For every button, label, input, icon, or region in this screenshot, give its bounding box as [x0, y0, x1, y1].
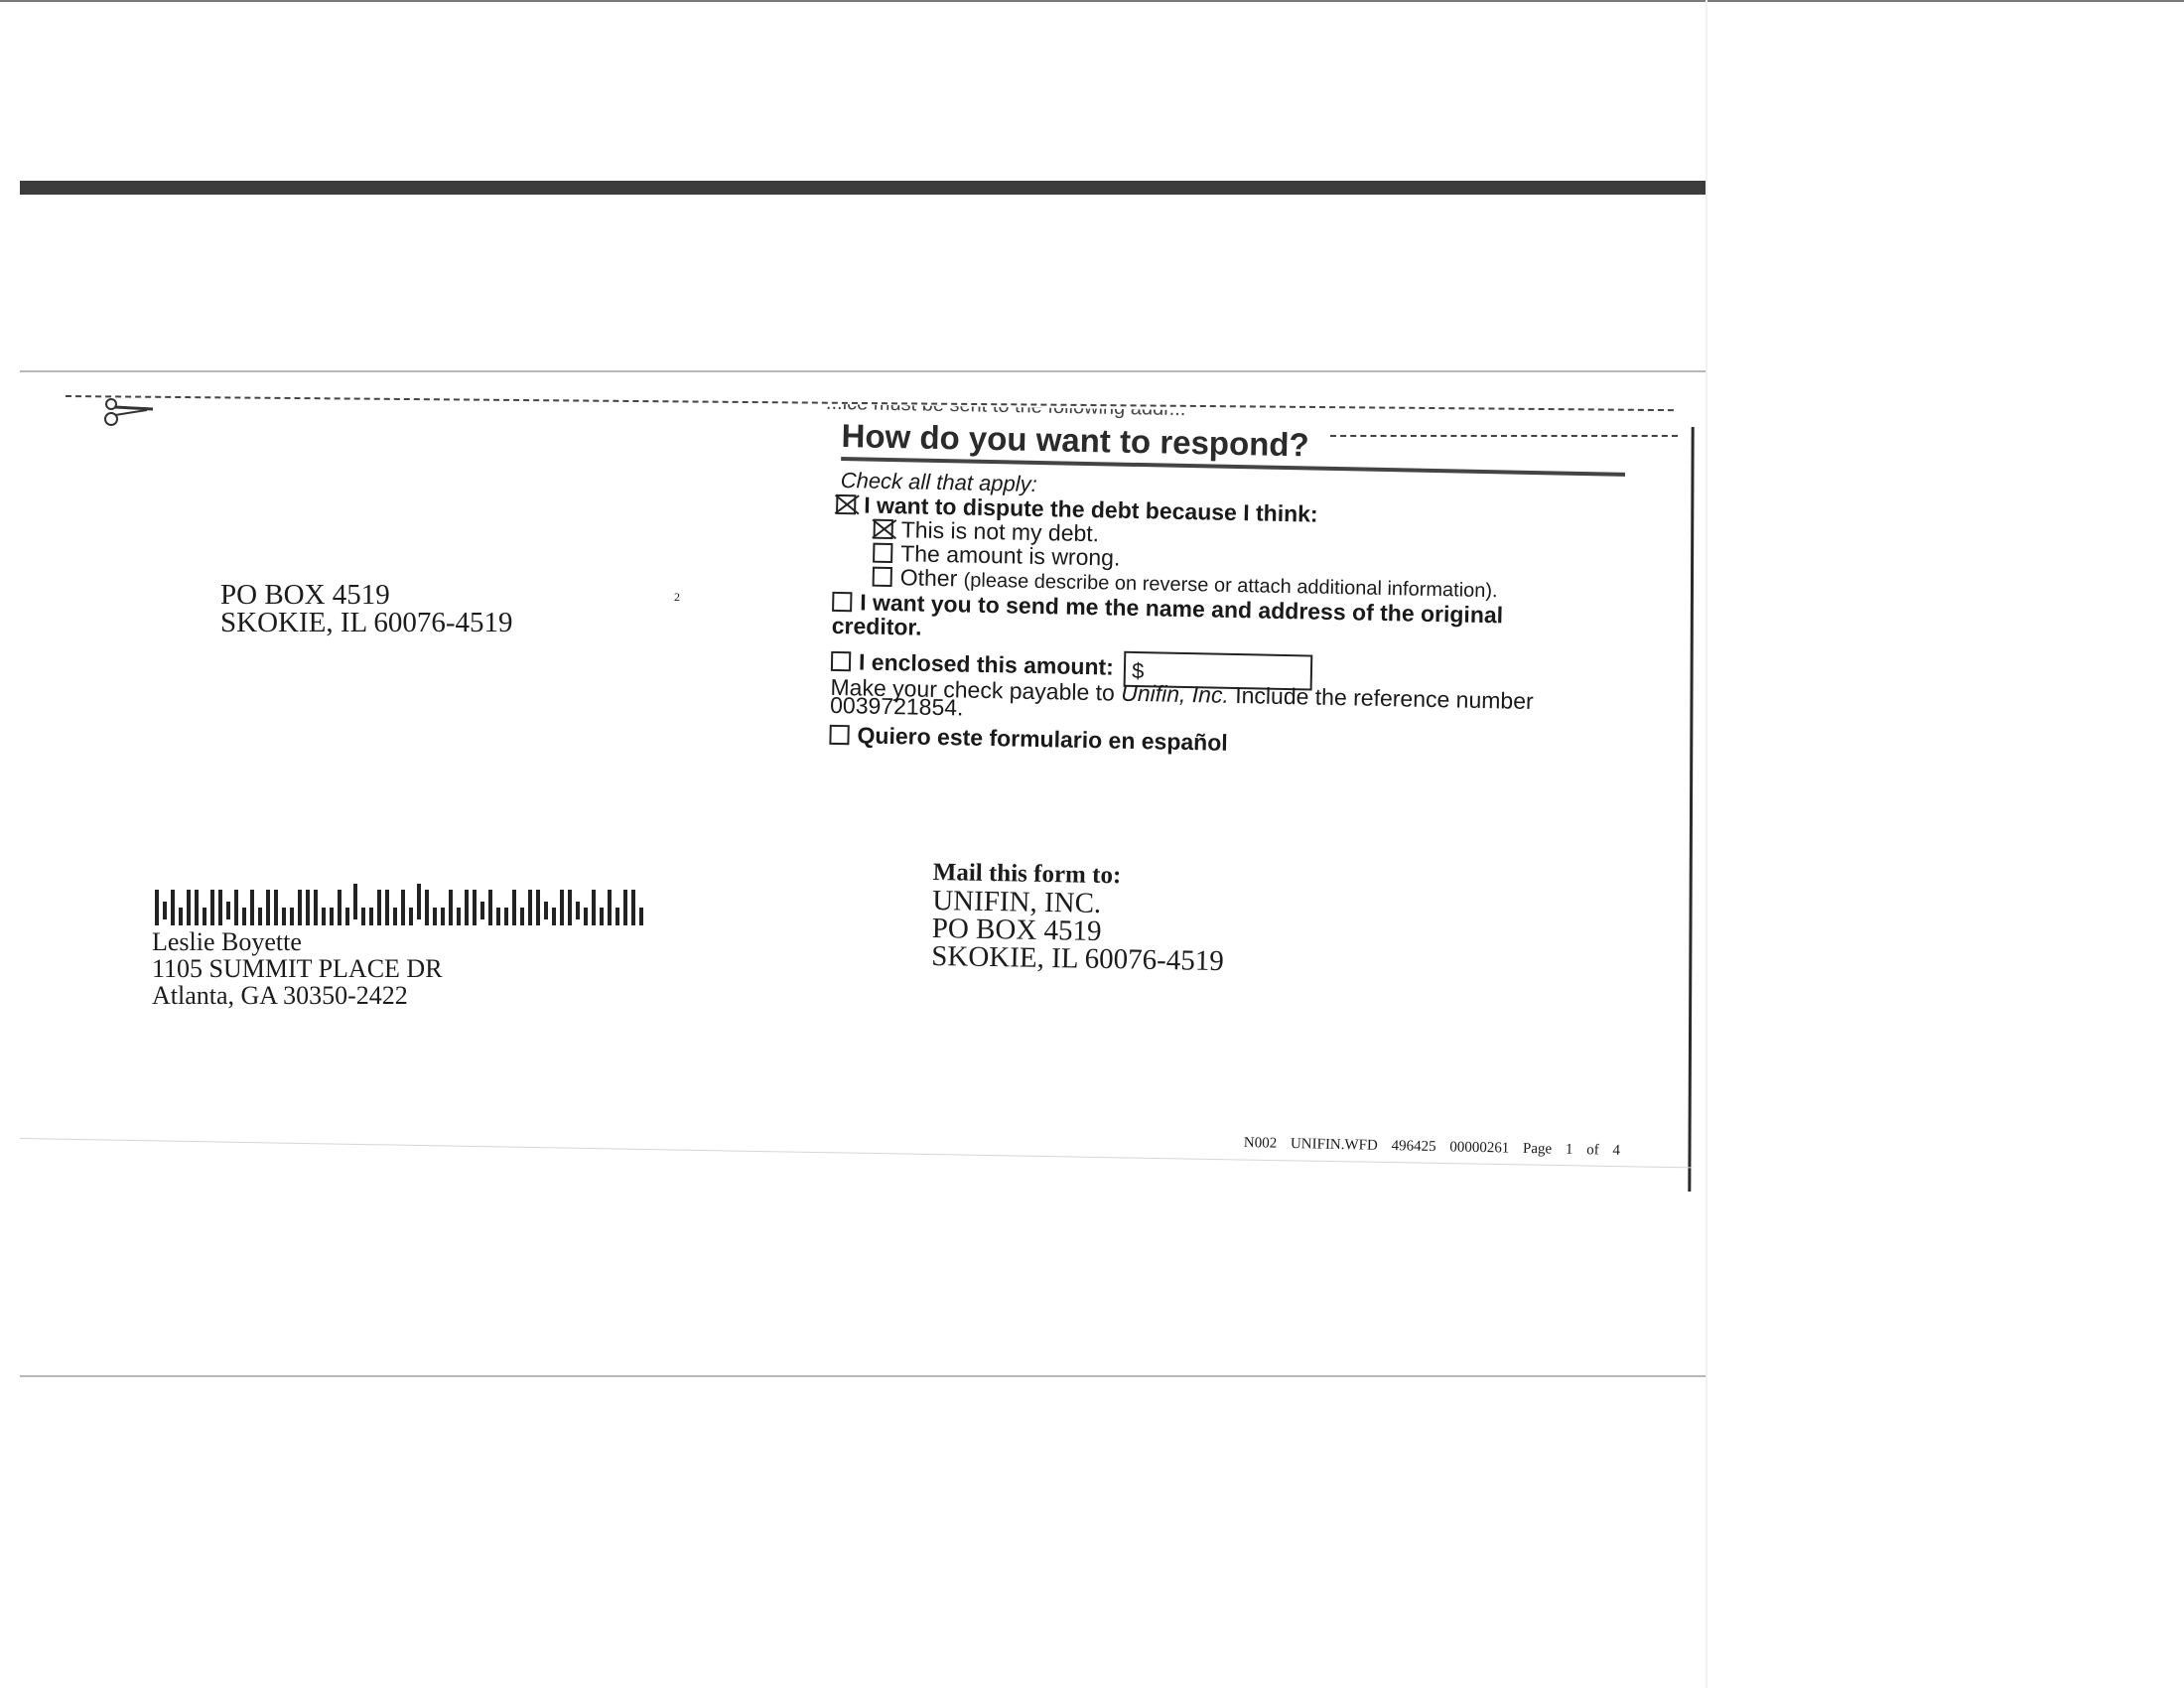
barcode-bar — [536, 890, 540, 925]
barcode-bar — [163, 902, 167, 919]
return-address: PO BOX 4519 SKOKIE, IL 60076-4519 — [220, 579, 513, 638]
barcode-bar — [639, 908, 643, 925]
barcode-bar — [615, 908, 619, 925]
barcode-bar — [409, 908, 413, 925]
recipient-address: Leslie Boyette 1105 SUMMIT PLACE DR Atla… — [152, 928, 443, 1009]
page-edge-top — [20, 370, 1706, 372]
barcode-bar — [496, 908, 500, 925]
dispute-checkbox[interactable] — [836, 493, 857, 515]
amount-wrong-checkbox[interactable] — [873, 542, 893, 563]
return-address-line2: SKOKIE, IL 60076-4519 — [220, 607, 513, 638]
barcode-bar — [512, 890, 516, 925]
barcode-bar — [234, 890, 238, 925]
barcode-bar — [314, 890, 318, 925]
barcode-bar — [576, 902, 580, 919]
barcode-bar — [338, 890, 341, 925]
response-form: How do you want to respond? Check all th… — [829, 417, 1626, 763]
page-marker: 2 — [674, 590, 680, 604]
barcode-bar — [274, 890, 278, 925]
barcode-bar — [449, 890, 453, 925]
recipient-city: Atlanta, GA 30350-2422 — [152, 981, 408, 1010]
scissors-icon — [104, 398, 154, 426]
document-code: N002 UNIFIN.WFD 496425 00000261 Page 1 o… — [1243, 1135, 1621, 1159]
form-frame-right — [1688, 426, 1695, 1193]
scan-edge — [1706, 0, 1707, 1688]
barcode-bar — [433, 908, 437, 925]
barcode-bar — [441, 908, 445, 925]
barcode-bar — [179, 908, 183, 925]
barcode-bar — [266, 890, 270, 925]
barcode-bar — [369, 908, 373, 925]
barcode-bar — [155, 890, 159, 925]
barcode-bar — [504, 908, 508, 925]
barcode-bar — [330, 908, 334, 925]
barcode-bar — [600, 908, 604, 925]
barcode-bar — [226, 902, 230, 919]
scanner-bar — [20, 181, 1706, 195]
barcode-bar — [282, 908, 286, 925]
barcode-bar — [258, 908, 262, 925]
recipient-name: Leslie Boyette — [152, 927, 302, 956]
return-address-line1: PO BOX 4519 — [220, 579, 390, 611]
barcode-bar — [377, 890, 381, 925]
barcode-bar — [353, 884, 357, 919]
barcode-bar — [584, 908, 588, 925]
barcode-bar — [623, 890, 627, 925]
mail-to-city: SKOKIE, IL 60076-4519 — [931, 939, 1225, 978]
barcode-bar — [560, 890, 564, 925]
barcode-bar — [306, 890, 310, 925]
creditor-checkbox[interactable] — [832, 591, 853, 613]
barcode-bar — [385, 890, 389, 925]
mail-to-block: Mail this form to: UNIFIN, INC. PO BOX 4… — [931, 859, 1225, 978]
barcode-bar — [171, 890, 175, 925]
barcode-bar — [480, 902, 484, 919]
barcode-bar — [361, 908, 365, 925]
barcode-bar — [425, 890, 429, 925]
barcode-bar — [457, 908, 461, 925]
barcode-bar — [218, 890, 222, 925]
postal-barcode — [155, 882, 643, 925]
barcode-bar — [298, 890, 302, 925]
barcode-bar — [210, 890, 214, 925]
barcode-bar — [417, 884, 421, 919]
barcode-bar — [393, 908, 397, 925]
enclosed-checkbox[interactable] — [830, 650, 852, 672]
barcode-bar — [290, 908, 294, 925]
barcode-bar — [528, 890, 532, 925]
barcode-bar — [242, 908, 246, 925]
barcode-bar — [552, 908, 556, 925]
barcode-bar — [187, 890, 191, 925]
page-edge-bottom — [20, 1375, 1706, 1377]
not-my-debt-checkbox[interactable] — [873, 518, 893, 539]
barcode-bar — [631, 890, 635, 925]
barcode-bar — [345, 908, 349, 925]
barcode-bar — [520, 908, 524, 925]
spanish-label: Quiero este formulario en español — [857, 722, 1228, 756]
barcode-bar — [592, 890, 596, 925]
barcode-bar — [203, 908, 206, 925]
top-border — [0, 0, 2184, 2]
barcode-bar — [465, 890, 469, 925]
barcode-bar — [488, 890, 492, 925]
barcode-bar — [568, 890, 572, 925]
barcode-bar — [544, 902, 548, 919]
barcode-bar — [473, 890, 477, 925]
barcode-bar — [322, 908, 326, 925]
spanish-checkbox[interactable] — [829, 724, 850, 746]
barcode-bar — [401, 890, 405, 925]
cut-off-text: ...ice must be sent to the following add… — [825, 391, 1186, 421]
recipient-street: 1105 SUMMIT PLACE DR — [152, 954, 443, 983]
barcode-bar — [250, 890, 254, 925]
other-label: Other — [899, 564, 958, 592]
other-checkbox[interactable] — [872, 566, 892, 587]
barcode-bar — [195, 890, 199, 925]
barcode-bar — [608, 890, 612, 925]
